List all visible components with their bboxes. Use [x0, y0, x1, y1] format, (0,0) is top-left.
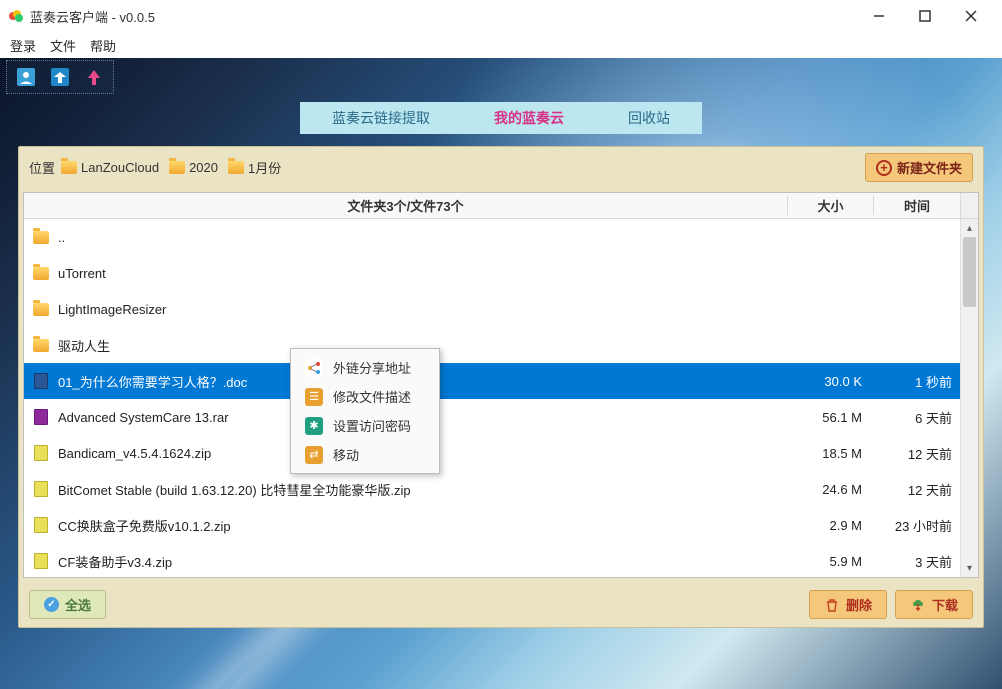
select-all-button[interactable]: ✓ 全选 — [29, 590, 106, 619]
file-size: 5.9 M — [788, 554, 874, 569]
table-row[interactable]: CC换肤盒子免费版v10.1.2.zip2.9 M23 小时前 — [24, 507, 978, 543]
edit-icon: ☰ — [305, 388, 323, 406]
table-row[interactable]: 驱动人生 — [24, 327, 978, 363]
file-size: 56.1 M — [788, 410, 874, 425]
tab-my-cloud[interactable]: 我的蓝奏云 — [462, 102, 596, 134]
folder-icon — [32, 231, 50, 244]
menu-login[interactable]: 登录 — [10, 36, 36, 55]
tab-recycle[interactable]: 回收站 — [596, 102, 702, 134]
rar-file-icon — [32, 409, 50, 425]
table-row[interactable]: CF装备助手v3.4.zip5.9 M3 天前 — [24, 543, 978, 577]
check-icon: ✓ — [44, 597, 59, 612]
file-time: 12 天前 — [874, 444, 960, 463]
folder-icon — [169, 161, 185, 174]
table-body: ▴ ▾ 外链分享地址 ☰修改文件描述 ✱设置访问密码 ⇄移动 .. uTorren… — [24, 219, 978, 577]
zip-file-icon — [32, 481, 50, 497]
file-table: 文件夹3个/文件73个 大小 时间 ▴ ▾ 外链分享地址 ☰修改文件描述 ✱设置… — [23, 192, 979, 578]
toolbar — [0, 58, 1002, 96]
file-time: 3 天前 — [874, 552, 960, 571]
tabs: 蓝奏云链接提取 我的蓝奏云 回收站 — [0, 102, 1002, 134]
menu-file[interactable]: 文件 — [50, 36, 76, 55]
ctx-share[interactable]: 外链分享地址 — [291, 353, 439, 382]
lock-icon: ✱ — [305, 417, 323, 435]
menubar: 登录 文件 帮助 — [0, 32, 1002, 58]
titlebar: 蓝奏云客户端 - v0.0.5 — [0, 0, 1002, 32]
close-button[interactable] — [948, 0, 994, 32]
move-icon: ⇄ — [305, 446, 323, 464]
col-time[interactable]: 时间 — [874, 196, 960, 215]
plus-circle-icon: + — [876, 160, 892, 176]
file-time: 23 小时前 — [874, 516, 960, 535]
delete-button[interactable]: 删除 — [809, 590, 887, 619]
file-size: 18.5 M — [788, 446, 874, 461]
file-name: CC换肤盒子免费版v10.1.2.zip — [58, 516, 788, 535]
zip-file-icon — [32, 445, 50, 461]
toolbar-cloud-button[interactable] — [43, 63, 77, 91]
file-size: 24.6 M — [788, 482, 874, 497]
ctx-move[interactable]: ⇄移动 — [291, 440, 439, 469]
table-row[interactable]: .. — [24, 219, 978, 255]
main-panel: 位置 LanZouCloud 2020 1月份 + 新建文件夹 文件夹3个/文件… — [18, 146, 984, 628]
location-label: 位置 — [29, 158, 55, 177]
breadcrumb-item[interactable]: 1月份 — [228, 158, 281, 177]
table-row[interactable]: Advanced SystemCare 13.rar56.1 M6 天前 — [24, 399, 978, 435]
table-row[interactable]: Bandicam_v4.5.4.1624.zip18.5 M12 天前 — [24, 435, 978, 471]
file-time: 6 天前 — [874, 408, 960, 427]
doc-file-icon — [32, 373, 50, 389]
col-size[interactable]: 大小 — [788, 196, 874, 215]
folder-icon — [61, 161, 77, 174]
minimize-button[interactable] — [856, 0, 902, 32]
table-row[interactable]: uTorrent — [24, 255, 978, 291]
window-title: 蓝奏云客户端 - v0.0.5 — [30, 7, 856, 26]
share-icon — [305, 359, 323, 377]
file-name: .. — [58, 230, 788, 245]
maximize-button[interactable] — [902, 0, 948, 32]
ctx-edit-desc[interactable]: ☰修改文件描述 — [291, 382, 439, 411]
file-name: CF装备助手v3.4.zip — [58, 552, 788, 571]
download-button[interactable]: 下载 — [895, 590, 973, 619]
file-size: 30.0 K — [788, 374, 874, 389]
scroll-down-icon[interactable]: ▾ — [961, 559, 978, 577]
tab-link-extract[interactable]: 蓝奏云链接提取 — [300, 102, 462, 134]
folder-icon — [32, 267, 50, 280]
toolbar-upload-button[interactable] — [77, 63, 111, 91]
folder-icon — [32, 339, 50, 352]
folder-icon — [228, 161, 244, 174]
file-time: 1 秒前 — [874, 372, 960, 391]
scroll-thumb[interactable] — [963, 237, 976, 307]
download-icon — [910, 597, 926, 613]
table-header: 文件夹3个/文件73个 大小 时间 — [24, 193, 978, 219]
file-name: LightImageResizer — [58, 302, 788, 317]
breadcrumb-item[interactable]: 2020 — [169, 160, 218, 175]
table-row[interactable]: LightImageResizer — [24, 291, 978, 327]
col-name[interactable]: 文件夹3个/文件73个 — [24, 196, 788, 215]
folder-icon — [32, 303, 50, 316]
file-time: 12 天前 — [874, 480, 960, 499]
ctx-set-password[interactable]: ✱设置访问密码 — [291, 411, 439, 440]
toolbar-account-button[interactable] — [9, 63, 43, 91]
scroll-up-icon[interactable]: ▴ — [961, 219, 978, 237]
table-row[interactable]: BitComet Stable (build 1.63.12.20) 比特彗星全… — [24, 471, 978, 507]
scrollbar[interactable]: ▴ ▾ — [960, 219, 978, 577]
breadcrumb-row: 位置 LanZouCloud 2020 1月份 + 新建文件夹 — [19, 147, 983, 188]
trash-icon — [824, 597, 840, 613]
file-name: BitComet Stable (build 1.63.12.20) 比特彗星全… — [58, 480, 788, 499]
file-size: 2.9 M — [788, 518, 874, 533]
zip-file-icon — [32, 517, 50, 533]
new-folder-button[interactable]: + 新建文件夹 — [865, 153, 973, 182]
table-row[interactable]: 01_为什么你需要学习人格？.doc30.0 K1 秒前 — [24, 363, 978, 399]
zip-file-icon — [32, 553, 50, 569]
menu-help[interactable]: 帮助 — [90, 36, 116, 55]
context-menu: 外链分享地址 ☰修改文件描述 ✱设置访问密码 ⇄移动 — [290, 348, 440, 474]
breadcrumb-item[interactable]: LanZouCloud — [61, 160, 159, 175]
app-logo-icon — [8, 8, 24, 24]
file-name: uTorrent — [58, 266, 788, 281]
footer-buttons: ✓ 全选 删除 下载 — [19, 582, 983, 627]
